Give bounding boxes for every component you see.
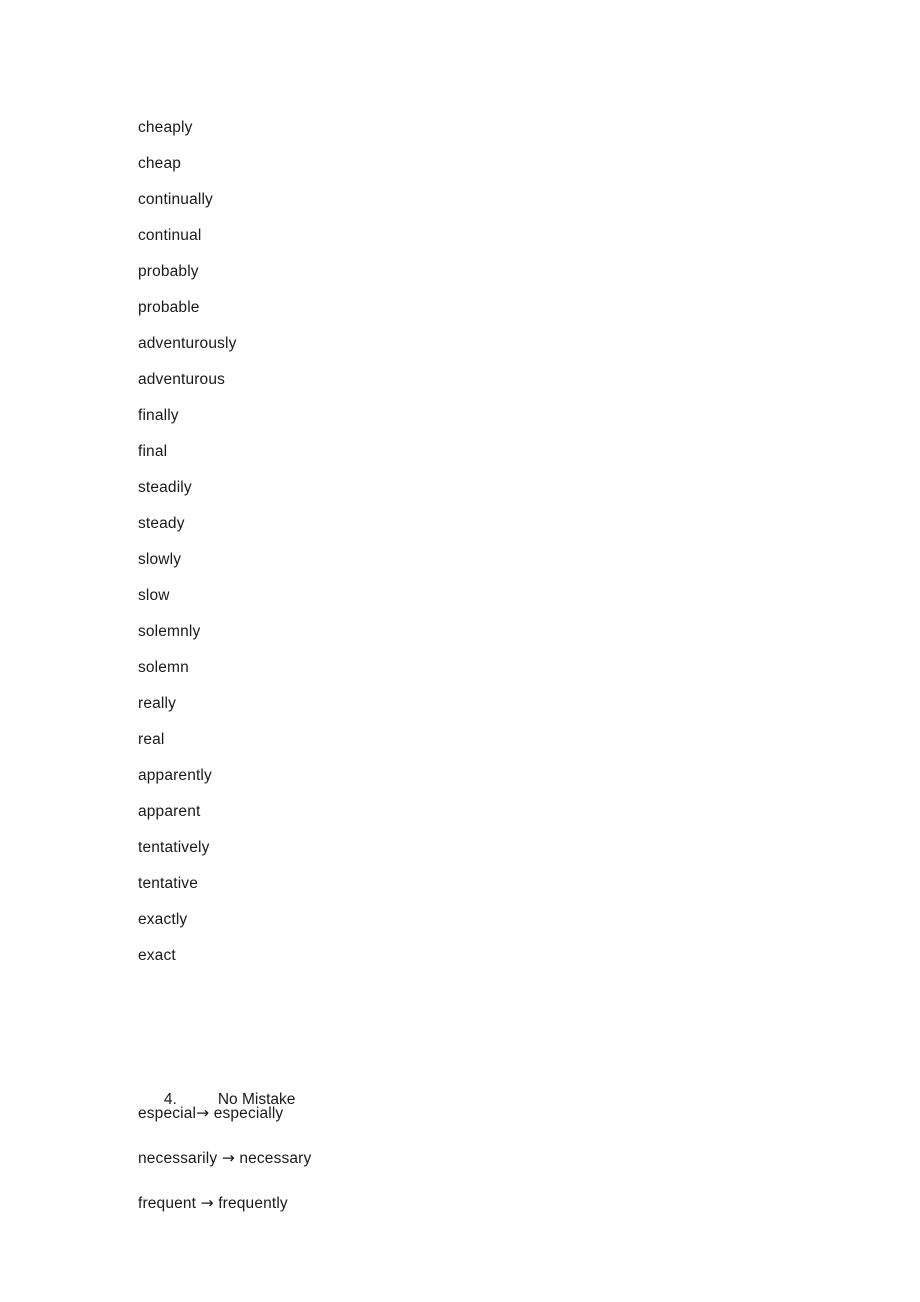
word-list: cheaply cheap continually continual prob… [138,110,858,974]
list-item: solemnly [138,623,201,640]
list-item: steady [138,515,185,532]
arrow-right-icon: → [221,1149,235,1167]
list-item: exact [138,947,176,964]
list-item: slowly [138,551,182,568]
list-item: tentatively [138,839,210,856]
list-item: exactly [138,911,188,928]
list-item: real [138,731,165,748]
correction-target: especially [209,1105,284,1122]
list-item: cheap [138,155,182,172]
list-item: slow [138,587,170,604]
correction-row: frequent → frequently [138,1181,858,1226]
list-item: probably [138,263,199,280]
correction-target: necessary [234,1150,312,1167]
document-content: cheaply cheap continually continual prob… [138,110,858,1226]
correction-source: frequent [138,1195,197,1212]
correction-target: frequently [213,1195,288,1212]
list-item: finally [138,407,179,424]
correction-row: especial→ especially [138,1091,858,1136]
list-item: really [138,695,176,712]
list-item: tentative [138,875,198,892]
correction-list: especial→ especially necessarily → neces… [138,1091,858,1226]
list-item: probable [138,299,200,316]
list-item: final [138,443,168,460]
list-item: cheaply [138,119,193,136]
arrow-right-icon: → [200,1194,214,1212]
list-item: apparently [138,767,212,784]
correction-source: especial [138,1105,197,1122]
section-heading: 4. No Mistake [138,1046,858,1108]
list-item: apparent [138,803,201,820]
list-item: continual [138,227,202,244]
document-page: cheaply cheap continually continual prob… [0,0,920,1302]
list-item: continually [138,191,213,208]
list-item: adventurously [138,335,237,352]
list-item: steadily [138,479,192,496]
arrow-right-icon: → [196,1104,210,1122]
correction-source: necessarily [138,1150,218,1167]
correction-row: necessarily → necessary [138,1136,858,1181]
list-item: adventurous [138,371,226,388]
list-item: solemn [138,659,189,676]
